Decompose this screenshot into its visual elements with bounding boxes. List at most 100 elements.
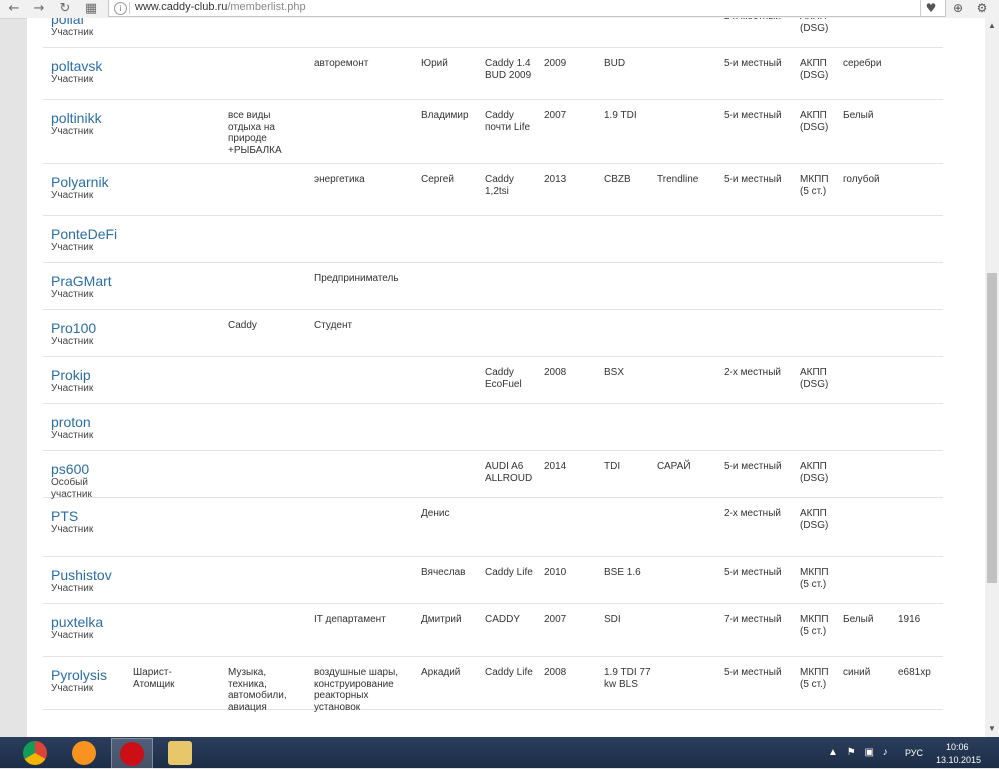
member-model: Caddy 1,2tsi bbox=[485, 174, 514, 197]
url-host: www.caddy-club.ru bbox=[135, 1, 228, 13]
member-engine: CBZB bbox=[604, 174, 631, 185]
flag-icon[interactable]: ⚑ bbox=[847, 747, 856, 758]
volume-icon[interactable]: ♪ bbox=[883, 747, 888, 758]
member-rank: Участник bbox=[51, 683, 94, 694]
member-gearbox: МКПП (5 ст.) bbox=[800, 567, 829, 590]
member-model: CADDY bbox=[485, 614, 521, 625]
member-row: PonteDeFi Участник bbox=[43, 216, 943, 263]
member-row: Polyarnik Участник энергетика Сергей Caddy 1… bbox=[43, 164, 943, 216]
member-rank: Участник bbox=[51, 630, 94, 641]
member-nickname-link[interactable]: Prokip bbox=[51, 367, 91, 383]
download-icon[interactable]: ⊕ bbox=[948, 0, 968, 16]
member-occupation: авторемонт bbox=[314, 58, 369, 69]
member-row: ps600 Особый участник AUDI A6 ALLROUD 2014 T… bbox=[43, 451, 943, 500]
member-rank: Участник bbox=[51, 126, 94, 137]
member-rank: Участник bbox=[51, 27, 94, 38]
scroll-up-arrow-icon[interactable]: ▲ bbox=[985, 18, 999, 34]
network-icon[interactable]: ▣ bbox=[864, 747, 873, 758]
member-row: Prokip Участник Caddy EcoFuel 2008 BSX 2-х ме… bbox=[43, 357, 943, 404]
member-name: Дмитрий bbox=[421, 614, 462, 625]
member-year: 2007 bbox=[544, 614, 567, 625]
member-engine: 1.9 TDI 77 kw BLS bbox=[604, 667, 651, 690]
member-color: Белый bbox=[843, 110, 874, 121]
address-bar[interactable]: i www.caddy-club.ru/memberlist.php bbox=[108, 0, 946, 17]
member-year: 2014 bbox=[544, 461, 567, 472]
member-seats: 5-и местный bbox=[724, 461, 782, 472]
member-seats: 2-х местный bbox=[724, 367, 781, 378]
member-row: Pyrolysis Участник Шарист-Атомщик Музыка, т… bbox=[43, 657, 943, 713]
member-nickname-link[interactable]: PTS bbox=[51, 508, 78, 524]
windows-taskbar: ▲ ⚑ ▣ ♪ РУС 10:06 13.10.2015 bbox=[0, 737, 999, 769]
taskbar-chrome[interactable] bbox=[15, 738, 55, 767]
member-year: 2008 bbox=[544, 667, 567, 678]
clock-time[interactable]: 10:06 bbox=[946, 742, 969, 752]
forward-icon[interactable]: → bbox=[31, 1, 47, 17]
member-color: серебри bbox=[843, 58, 882, 69]
member-rank: Участник bbox=[51, 190, 94, 201]
member-seats: 5-и местный bbox=[724, 667, 782, 678]
member-gearbox: АКПП (DSG) bbox=[800, 58, 829, 81]
member-gearbox: АКПП (DSG) bbox=[800, 18, 829, 34]
member-seats: 5-и местный bbox=[724, 58, 782, 69]
favorite-heart-icon[interactable]: ♥ bbox=[920, 0, 941, 16]
member-name: Аркадий bbox=[421, 667, 461, 678]
url-text[interactable]: www.caddy-club.ru/memberlist.php bbox=[135, 1, 306, 13]
member-engine: TDI bbox=[604, 461, 621, 472]
memberlist-table: УчастникpolialУчастник2-х местныйАКПП (D… bbox=[43, 18, 943, 713]
system-tray: ▲ ⚑ ▣ ♪ bbox=[828, 747, 894, 758]
member-occupation: IT департамент bbox=[314, 614, 386, 625]
member-rank: Участник bbox=[51, 336, 94, 347]
member-nickname-link[interactable]: PonteDeFi bbox=[51, 226, 117, 242]
settings-icon[interactable]: ⚙ bbox=[972, 0, 992, 16]
member-row: poltinikk Участник все виды отдыха на прир… bbox=[43, 100, 943, 164]
scroll-down-arrow-icon[interactable]: ▼ bbox=[985, 721, 999, 737]
avast-icon bbox=[72, 741, 96, 765]
member-rank: Участник bbox=[51, 383, 94, 394]
member-occupation: воздушные шары, конструирование реакторн… bbox=[314, 667, 399, 713]
vertical-scrollbar[interactable]: ▲ ▼ bbox=[985, 18, 999, 737]
taskbar-avast[interactable] bbox=[64, 738, 104, 767]
url-path: /memberlist.php bbox=[227, 1, 306, 13]
member-nickname-link[interactable]: ps600 bbox=[51, 461, 89, 477]
tray-arrow-icon[interactable]: ▲ bbox=[828, 747, 838, 758]
member-nickname-link[interactable]: Pushistov bbox=[51, 567, 112, 583]
member-model: AUDI A6 ALLROUD bbox=[485, 461, 533, 484]
member-nickname-link[interactable]: poltavsk bbox=[51, 58, 102, 74]
member-seats: 5-и местный bbox=[724, 567, 782, 578]
member-rank: Особый участник bbox=[51, 477, 92, 500]
clock-date[interactable]: 13.10.2015 bbox=[936, 755, 981, 765]
member-row: Pro100 Участник Caddy Студент bbox=[43, 310, 943, 357]
scroll-thumb[interactable] bbox=[987, 273, 997, 583]
member-model: Caddy почти Life bbox=[485, 110, 531, 133]
member-nickname-link[interactable]: Pyrolysis bbox=[51, 667, 107, 683]
member-nickname-link[interactable]: PraGMart bbox=[51, 273, 112, 289]
member-engine: BSE 1.6 bbox=[604, 567, 641, 578]
member-row: PTS Участник Денис 2-х местный АКПП (DSG) bbox=[43, 498, 943, 557]
member-nickname-link[interactable]: proton bbox=[51, 414, 91, 430]
site-info-icon[interactable]: i bbox=[114, 2, 127, 15]
taskbar-opera[interactable] bbox=[111, 738, 153, 769]
taskbar-explorer[interactable] bbox=[160, 738, 200, 767]
member-row: proton Участник bbox=[43, 404, 943, 451]
member-name: Юрий bbox=[421, 58, 448, 69]
reload-icon[interactable]: ↻ bbox=[57, 1, 73, 17]
language-indicator[interactable]: РУС bbox=[905, 748, 923, 758]
member-model: Caddy Life bbox=[485, 567, 533, 578]
member-nickname-link[interactable]: poltinikk bbox=[51, 110, 102, 126]
member-seats: 2-х местный bbox=[724, 508, 781, 519]
back-icon[interactable]: ← bbox=[6, 1, 22, 17]
member-seats: 5-и местный bbox=[724, 110, 782, 121]
member-nickname-link[interactable]: puxtelka bbox=[51, 614, 103, 630]
member-nickname-link[interactable]: polial bbox=[51, 18, 84, 27]
member-nickname-link[interactable]: Pro100 bbox=[51, 320, 96, 336]
member-rank: Участник bbox=[51, 242, 94, 253]
member-nickname-link[interactable]: Polyarnik bbox=[51, 174, 109, 190]
member-row: puxtelka Участник IT департамент Дмитрий CAD… bbox=[43, 604, 943, 657]
member-gearbox: АКПП (DSG) bbox=[800, 461, 829, 484]
member-year: 2007 bbox=[544, 110, 567, 121]
apps-grid-icon[interactable]: ▦ bbox=[83, 1, 99, 17]
member-color: Белый bbox=[843, 614, 874, 625]
opera-icon bbox=[120, 742, 144, 766]
member-row: polialУчастник 2-х местный АКПП (DSG) bbox=[43, 18, 943, 48]
member-from: Шарист-Атомщик bbox=[133, 667, 175, 690]
